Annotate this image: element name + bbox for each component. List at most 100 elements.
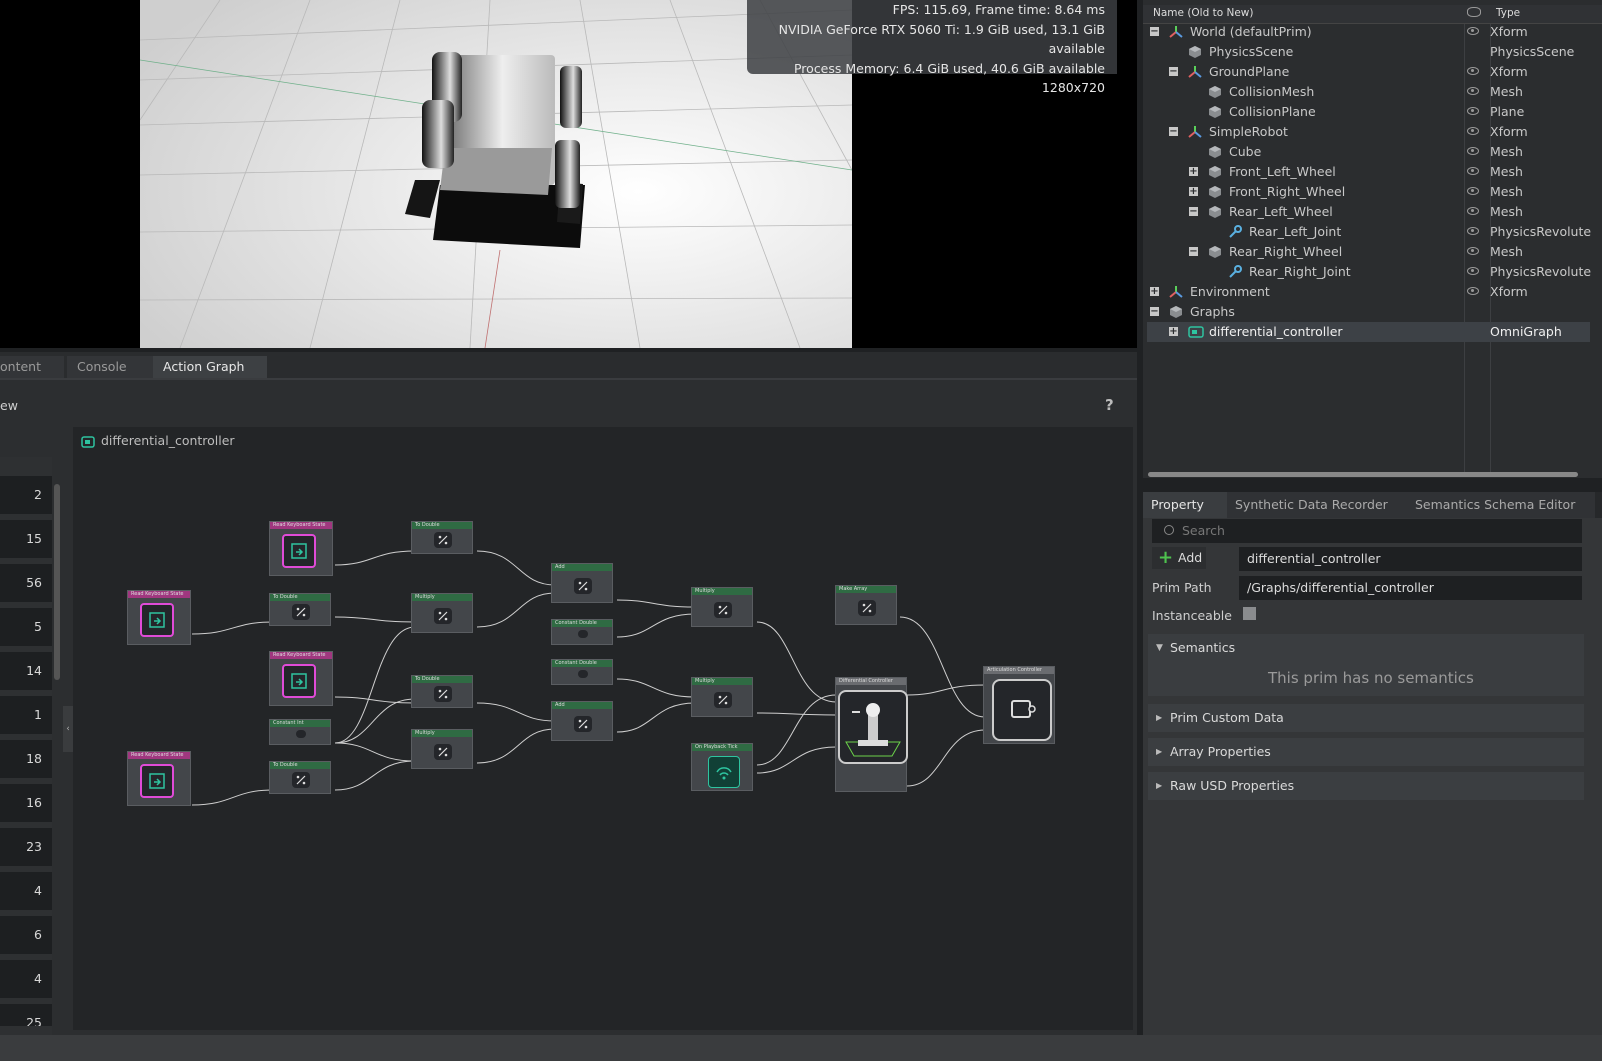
read-keyboard-state-node[interactable]: Read Keyboard State: [127, 590, 191, 645]
constant-double-node[interactable]: Constant Double: [551, 659, 613, 685]
instanceable-checkbox[interactable]: [1243, 607, 1256, 620]
property-search-input[interactable]: Search: [1152, 519, 1582, 543]
expand-icon[interactable]: +: [1189, 167, 1198, 177]
stage-tree-row[interactable]: − Rear_Left_Wheel Mesh: [1143, 202, 1602, 222]
visibility-eye-icon[interactable]: [1467, 267, 1479, 275]
to-double-node[interactable]: To Double: [411, 521, 473, 554]
visibility-eye-icon[interactable]: [1467, 287, 1479, 295]
constant-double-node[interactable]: Constant Double: [551, 619, 613, 645]
collapse-icon[interactable]: −: [1169, 67, 1178, 77]
stage-horizontal-scrollbar[interactable]: [1148, 472, 1578, 477]
graph-list-item[interactable]: 5: [0, 608, 52, 646]
prim-path-field[interactable]: /Graphs/differential_controller: [1239, 576, 1582, 600]
array-properties-section[interactable]: ▶ Array Properties: [1148, 738, 1584, 766]
tab-semantics-schema-editor[interactable]: Semantics Schema Editor: [1407, 492, 1595, 518]
tab-console[interactable]: Console: [67, 356, 157, 378]
to-double-node[interactable]: To Double: [269, 761, 331, 794]
tab-action-graph[interactable]: Action Graph: [153, 356, 267, 378]
visibility-eye-icon[interactable]: [1467, 207, 1479, 215]
expand-icon[interactable]: +: [1169, 327, 1178, 337]
graph-list-item[interactable]: 25: [0, 1004, 52, 1026]
articulation-controller-node[interactable]: Articulation Controller: [983, 666, 1055, 744]
tab-content[interactable]: ontent: [0, 356, 64, 378]
stage-tree-row[interactable]: PhysicsScene PhysicsScene: [1143, 42, 1602, 62]
visibility-eye-icon[interactable]: [1467, 127, 1479, 135]
stage-tree-row[interactable]: + Front_Right_Wheel Mesh: [1143, 182, 1602, 202]
to-double-node[interactable]: To Double: [411, 675, 473, 708]
visibility-eye-icon[interactable]: [1467, 247, 1479, 255]
collapse-icon[interactable]: −: [1169, 127, 1178, 137]
add-button[interactable]: + Add: [1152, 547, 1206, 569]
stage-tree-row[interactable]: − GroundPlane Xform: [1143, 62, 1602, 82]
graph-list-item[interactable]: 16: [0, 784, 52, 822]
stage-tree-row[interactable]: − World (defaultPrim) Xform: [1143, 22, 1602, 42]
add-node[interactable]: Add: [551, 701, 613, 741]
differential-controller-node[interactable]: Differential Controller: [835, 677, 908, 792]
stage-tree-row[interactable]: + Front_Left_Wheel Mesh: [1143, 162, 1602, 182]
graph-list-item[interactable]: 1: [0, 696, 52, 734]
column-name-header[interactable]: Name (Old to New): [1153, 7, 1253, 19]
prim-custom-data-section[interactable]: ▶ Prim Custom Data: [1148, 704, 1584, 732]
stage-tree-row[interactable]: − Graphs: [1143, 302, 1602, 322]
graph-list-item[interactable]: 6: [0, 916, 52, 954]
visibility-eye-icon[interactable]: [1467, 147, 1479, 155]
graph-list-item[interactable]: 4: [0, 960, 52, 998]
graph-canvas[interactable]: differential_controller Read Keyboard St…: [73, 427, 1133, 1030]
on-playback-tick-node[interactable]: On Playback Tick: [691, 743, 753, 791]
read-keyboard-state-node[interactable]: Read Keyboard State: [269, 651, 333, 706]
graph-list-item[interactable]: 14: [0, 652, 52, 690]
make-array-node[interactable]: Make Array: [835, 585, 897, 625]
collapse-icon[interactable]: −: [1189, 247, 1198, 257]
tab-property[interactable]: Property: [1143, 492, 1239, 518]
visibility-eye-icon[interactable]: [1467, 167, 1479, 175]
collapse-icon[interactable]: −: [1150, 307, 1159, 317]
prim-name-field[interactable]: differential_controller: [1239, 547, 1582, 571]
graph-list-scrollbar[interactable]: [54, 484, 60, 680]
visibility-eye-icon[interactable]: [1467, 107, 1479, 115]
stage-tree-row[interactable]: − SimpleRobot Xform: [1143, 122, 1602, 142]
stage-tree-row[interactable]: − Rear_Right_Wheel Mesh: [1143, 242, 1602, 262]
graph-list-item[interactable]: 2: [0, 476, 52, 514]
collapse-icon[interactable]: ▼: [1156, 634, 1163, 662]
constant-int-node[interactable]: Constant Int: [269, 719, 331, 745]
collapse-icon[interactable]: −: [1189, 207, 1198, 217]
read-keyboard-state-node[interactable]: Read Keyboard State: [269, 521, 333, 576]
visibility-column-icon[interactable]: [1467, 7, 1481, 17]
stage-tree-row[interactable]: + Environment Xform: [1143, 282, 1602, 302]
stage-tree-row[interactable]: Rear_Right_Joint PhysicsRevolute: [1143, 262, 1602, 282]
visibility-eye-icon[interactable]: [1467, 227, 1479, 235]
collapse-icon[interactable]: −: [1150, 27, 1159, 37]
stage-tree-row[interactable]: Rear_Left_Joint PhysicsRevolute: [1143, 222, 1602, 242]
semantics-label[interactable]: Semantics: [1170, 634, 1235, 662]
column-type-header[interactable]: Type: [1496, 7, 1520, 19]
read-keyboard-state-node[interactable]: Read Keyboard State: [127, 751, 191, 806]
stage-tree-row[interactable]: CollisionPlane Plane: [1143, 102, 1602, 122]
to-double-node[interactable]: To Double: [269, 593, 331, 626]
multiply-node[interactable]: Multiply: [411, 593, 473, 633]
visibility-eye-icon[interactable]: [1467, 187, 1479, 195]
prim-path-label: Prim Path: [1152, 580, 1212, 595]
stage-tree-row[interactable]: Cube Mesh: [1143, 142, 1602, 162]
visibility-eye-icon[interactable]: [1467, 87, 1479, 95]
help-icon[interactable]: ?: [1105, 396, 1114, 414]
stage-tree-row[interactable]: CollisionMesh Mesh: [1143, 82, 1602, 102]
collapse-sidebar-icon[interactable]: ‹: [63, 706, 73, 752]
graph-list-item[interactable]: 4: [0, 872, 52, 910]
stage-tree-row[interactable]: + differential_controller OmniGraph: [1147, 322, 1590, 342]
expand-icon[interactable]: +: [1150, 287, 1159, 297]
multiply-node[interactable]: Multiply: [411, 729, 473, 769]
multiply-node[interactable]: Multiply: [691, 677, 753, 717]
expand-icon[interactable]: +: [1189, 187, 1198, 197]
add-node[interactable]: Add: [551, 563, 613, 603]
graph-list-item[interactable]: 56: [0, 564, 52, 602]
graph-list-item[interactable]: 23: [0, 828, 52, 866]
mesh-icon: [1169, 305, 1183, 319]
visibility-eye-icon[interactable]: [1467, 27, 1479, 35]
graph-list-item[interactable]: 15: [0, 520, 52, 558]
raw-usd-properties-section[interactable]: ▶ Raw USD Properties: [1148, 772, 1584, 800]
tab-synthetic-data-recorder[interactable]: Synthetic Data Recorder: [1227, 492, 1413, 518]
multiply-node[interactable]: Multiply: [691, 587, 753, 627]
visibility-eye-icon[interactable]: [1467, 67, 1479, 75]
graph-list-item[interactable]: 18: [0, 740, 52, 778]
viewport[interactable]: FPS: 115.69, Frame time: 8.64 ms NVIDIA …: [0, 0, 1137, 348]
